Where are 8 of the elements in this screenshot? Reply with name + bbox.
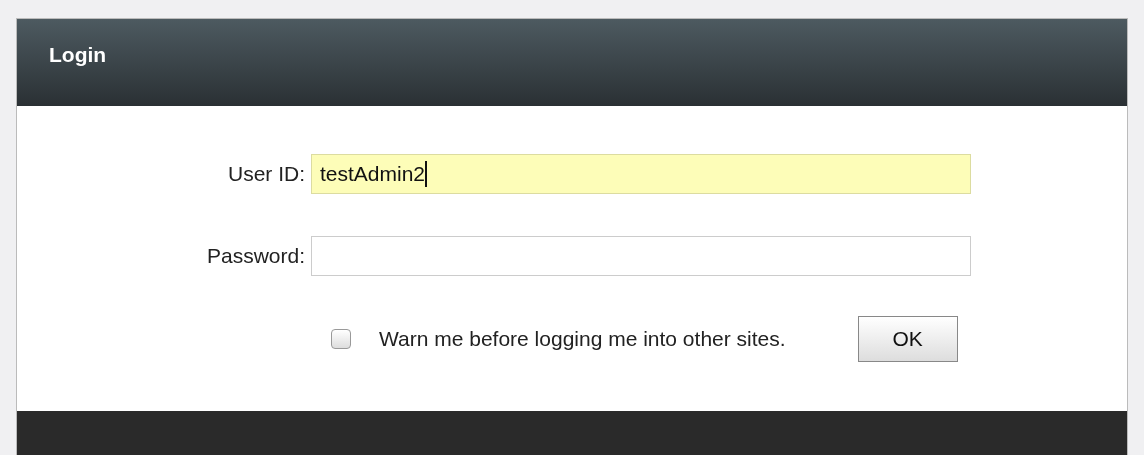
checkbox-label: Warn me before logging me into other sites. [379, 327, 786, 351]
checkbox[interactable] [331, 329, 351, 349]
field-label: User ID: [227, 162, 306, 186]
input-field[interactable]: testAdmin2 [311, 154, 971, 194]
input-field[interactable] [311, 236, 971, 276]
ok-button[interactable]: OK [857, 316, 958, 362]
field-label: Password: [205, 244, 306, 268]
dialog-title: Login [49, 43, 107, 67]
